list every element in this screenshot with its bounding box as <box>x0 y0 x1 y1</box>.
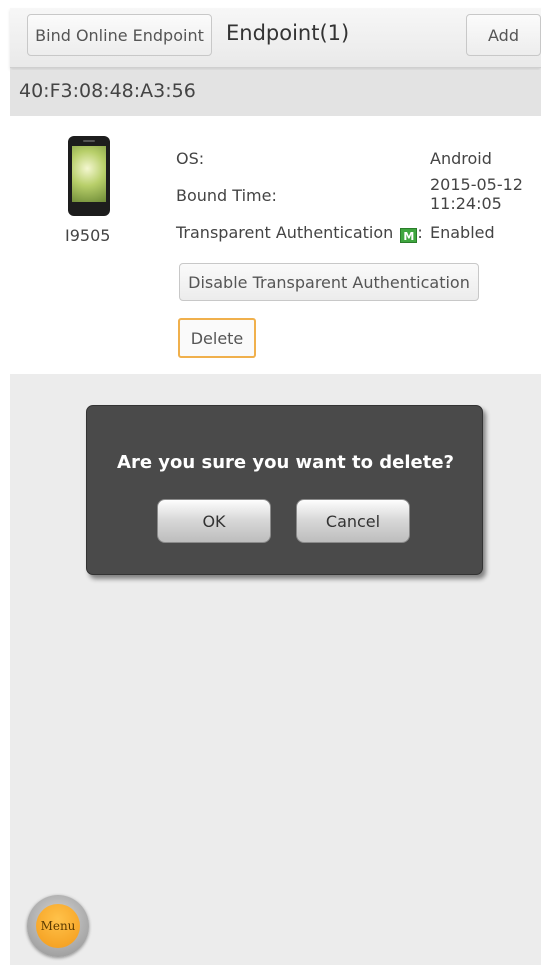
cancel-button[interactable]: Cancel <box>296 499 410 543</box>
transparent-auth-colon: : <box>417 223 423 242</box>
page-title: Endpoint(1) <box>226 21 350 45</box>
endpoint-card: I9505 OS: Android Bound Time: 2015-05-12… <box>10 116 541 374</box>
bound-time-value: 2015-05-12 11:24:05 <box>430 175 523 213</box>
endpoint-screen: Bind Online Endpoint Endpoint(1) Add 40:… <box>10 8 541 965</box>
confirm-delete-dialog: Are you sure you want to delete? OK Canc… <box>86 405 483 575</box>
delete-button[interactable]: Delete <box>178 318 256 358</box>
device-model: I9505 <box>65 226 111 245</box>
transparent-auth-value: Enabled <box>430 223 495 242</box>
bound-time: 11:24:05 <box>430 194 502 213</box>
phone-screen <box>72 146 106 202</box>
os-value: Android <box>430 149 492 168</box>
bind-online-endpoint-button[interactable]: Bind Online Endpoint <box>27 14 212 56</box>
phone-icon <box>68 136 110 216</box>
transparent-auth-label-text: Transparent Authentication <box>176 223 394 242</box>
menu-label: Menu <box>40 919 76 933</box>
dialog-message: Are you sure you want to delete? <box>117 452 454 473</box>
bound-date: 2015-05-12 <box>430 175 523 194</box>
menu-button[interactable]: Menu <box>27 895 89 957</box>
mac-address: 40:F3:08:48:A3:56 <box>19 80 196 102</box>
menu-icon: Menu <box>36 904 80 948</box>
add-button[interactable]: Add <box>466 14 541 56</box>
transparent-auth-label: Transparent Authentication M: <box>176 223 423 243</box>
phone-speaker <box>83 140 95 142</box>
mac-address-bar: 40:F3:08:48:A3:56 <box>10 70 541 116</box>
bound-time-label: Bound Time: <box>176 186 277 205</box>
transparent-auth-icon: M <box>400 228 418 243</box>
ok-button[interactable]: OK <box>157 499 271 543</box>
header-bar: Bind Online Endpoint Endpoint(1) Add <box>10 8 541 68</box>
os-label: OS: <box>176 149 205 168</box>
disable-transparent-auth-button[interactable]: Disable Transparent Authentication <box>179 263 479 301</box>
